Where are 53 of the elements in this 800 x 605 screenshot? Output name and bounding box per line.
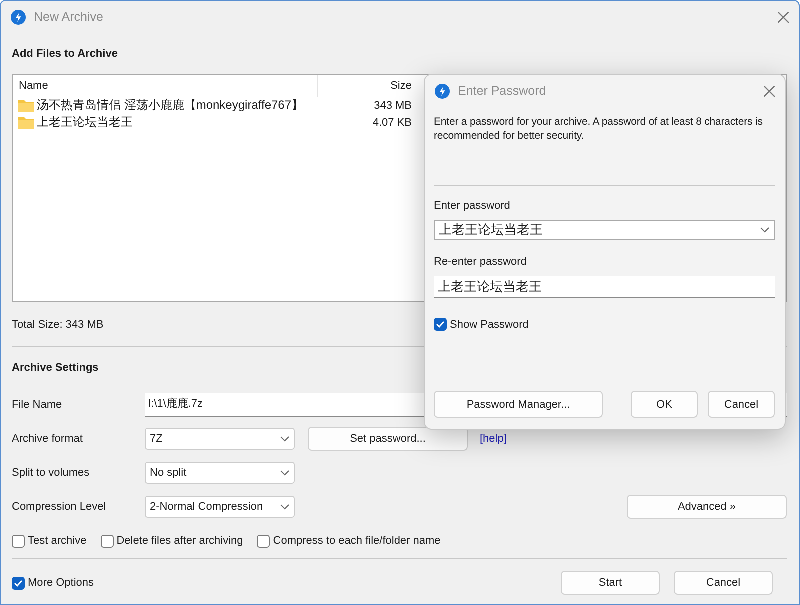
- close-icon[interactable]: [764, 86, 775, 96]
- checkbox-label[interactable]: Show Password: [450, 318, 529, 330]
- chevron-down-icon: [760, 227, 770, 233]
- set-password-button[interactable]: Set password...: [308, 427, 468, 451]
- field-label: Compression Level: [12, 501, 108, 513]
- checkbox-label[interactable]: Test archive: [28, 535, 87, 547]
- field-label: Archive format: [12, 433, 84, 445]
- checkmark-icon: [14, 580, 23, 586]
- checkbox[interactable]: [434, 318, 447, 331]
- column-header[interactable]: Size: [318, 75, 418, 97]
- reenter-password-field[interactable]: 上老王论坛当老王: [434, 276, 775, 298]
- close-icon[interactable]: [778, 12, 789, 22]
- dialog-title: Enter Password: [458, 84, 546, 98]
- file-name[interactable]: 汤不热青岛情侣 淫荡小鹿鹿【monkeygiraffe767】: [37, 97, 304, 114]
- section-heading: Archive Settings: [12, 361, 100, 376]
- folder-icon: [18, 116, 34, 129]
- compression-dropdown[interactable]: 2-Normal Compression: [145, 496, 295, 518]
- checkbox[interactable]: [12, 534, 25, 548]
- help-link[interactable]: [help]: [480, 433, 507, 445]
- checkbox-label[interactable]: Compress to each file/folder name: [273, 535, 441, 547]
- file-name[interactable]: 上老王论坛当老王: [37, 114, 133, 131]
- folder-icon: [18, 99, 34, 112]
- chevron-down-icon: [280, 436, 290, 442]
- file-size: 343 MB: [373, 100, 413, 112]
- field-label: File Name: [12, 399, 64, 411]
- section-heading: Add Files to Archive: [12, 47, 119, 62]
- ok-button[interactable]: OK: [631, 391, 698, 418]
- field-label: Re-enter password: [434, 255, 528, 270]
- dialog-description: Enter a password for your archive. A password of at least 8 characters is recommended for better security.: [434, 115, 764, 144]
- field-label: Split to volumes: [12, 467, 91, 479]
- split-dropdown[interactable]: No split: [145, 462, 295, 484]
- total-size: Total Size: 343 MB: [12, 319, 104, 331]
- format-dropdown[interactable]: 7Z: [145, 428, 295, 450]
- checkbox-label[interactable]: More Options: [28, 577, 94, 589]
- file-size: 4.07 KB: [372, 116, 413, 128]
- advanced-button[interactable]: Advanced »: [627, 495, 787, 519]
- cancel-button[interactable]: Cancel: [708, 391, 775, 418]
- app-logo-icon: [11, 10, 26, 24]
- chevron-down-icon: [280, 470, 290, 476]
- checkbox[interactable]: [100, 534, 114, 548]
- password-field[interactable]: 上老王论坛当老王: [434, 220, 775, 240]
- start-button[interactable]: Start: [561, 571, 660, 595]
- password-manager-button[interactable]: Password Manager...: [434, 391, 603, 418]
- checkbox-label[interactable]: Delete files after archiving: [116, 535, 244, 547]
- field-label: Enter password: [434, 199, 512, 214]
- chevron-down-icon: [280, 504, 290, 510]
- window-title: New Archive: [34, 10, 104, 24]
- cancel-button[interactable]: Cancel: [674, 571, 773, 595]
- checkbox[interactable]: [257, 534, 270, 548]
- column-header[interactable]: Name: [13, 75, 318, 97]
- app-logo-icon: [435, 84, 450, 98]
- checkmark-icon: [436, 321, 445, 328]
- checkbox[interactable]: [12, 576, 25, 590]
